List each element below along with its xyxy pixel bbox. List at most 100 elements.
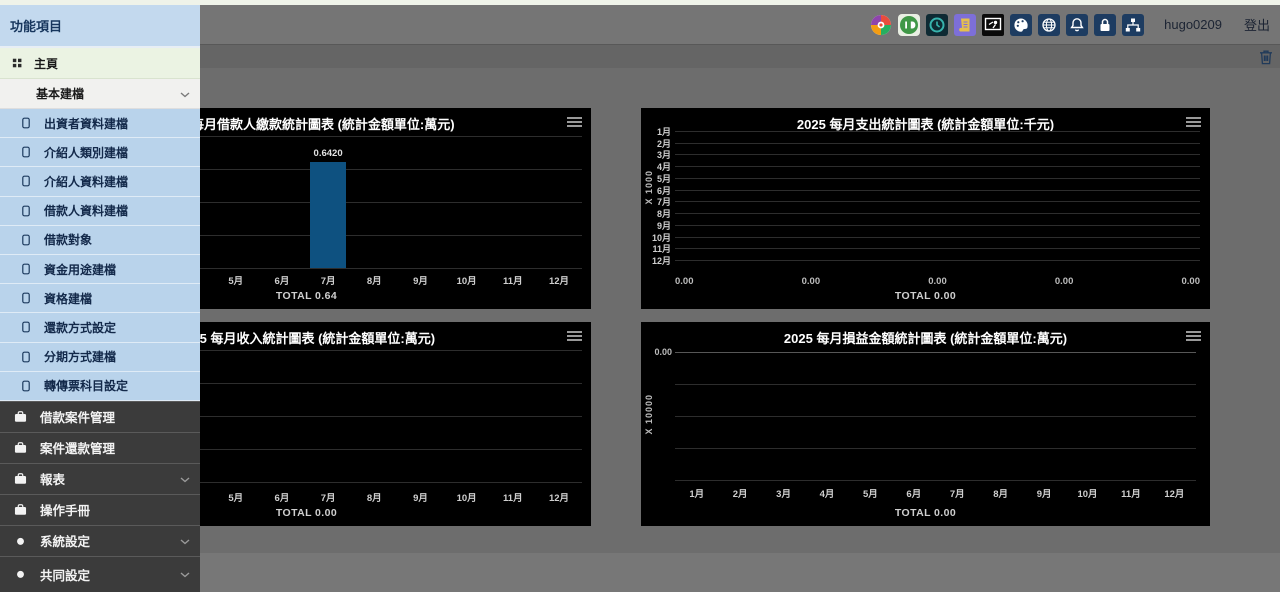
- axis-tick-label: 0.00: [1055, 276, 1074, 287]
- gridline: [675, 248, 1200, 249]
- month-label: 11月: [490, 273, 536, 287]
- month-label: 8月: [351, 490, 397, 504]
- month-label: 7月: [936, 486, 979, 500]
- mobile-icon: [22, 175, 30, 187]
- palette-icon[interactable]: [1010, 14, 1032, 36]
- chart-title: 2025 每月損益金額統計圖表 (統計金額單位:萬元): [641, 328, 1210, 347]
- sidebar-submenu-item[interactable]: 資格建檔: [0, 284, 200, 313]
- mobile-icon: [22, 205, 30, 217]
- sidebar-item-label: 基本建檔: [36, 85, 84, 102]
- sidebar-submenu-item[interactable]: 轉傳票科目設定: [0, 372, 200, 401]
- x-axis-ticks: 0.00 0.00 0.00 0.00 0.00: [675, 276, 1200, 287]
- gridline: [675, 225, 1200, 226]
- month-label: 9月: [397, 490, 443, 504]
- mobile-icon: [22, 234, 30, 246]
- sitemap-icon[interactable]: [1122, 14, 1144, 36]
- sidebar-submenu-item[interactable]: 介紹人資料建檔: [0, 167, 200, 196]
- sidebar-item-settings[interactable]: 系統設定: [0, 525, 200, 556]
- chevron-down-icon: [180, 472, 190, 486]
- month-label: 9月: [1022, 486, 1065, 500]
- sidebar-item-home[interactable]: 主頁: [0, 48, 200, 79]
- briefcase-icon: [13, 472, 28, 486]
- sidebar-title: 功能項目: [0, 5, 200, 48]
- sidebar-submenu-item[interactable]: 借款對象: [0, 226, 200, 255]
- sidebar-item-module[interactable]: 案件還款管理: [0, 432, 200, 463]
- axis-tick-label: 0.00: [802, 276, 821, 287]
- axis-tick-label: 0.00: [928, 276, 947, 287]
- sidebar-item-label: 資金用途建檔: [44, 261, 116, 278]
- month-label: 1月: [675, 486, 718, 500]
- month-label: 6月: [259, 490, 305, 504]
- sidebar-item-module[interactable]: 操作手冊: [0, 494, 200, 525]
- mobile-icon: [22, 146, 30, 158]
- chart-menu-icon[interactable]: [1186, 331, 1201, 333]
- sidebar-item-label: 案件還款管理: [40, 438, 115, 457]
- month-label: 11月: [1109, 486, 1152, 500]
- axis-tick-label: 0.00: [1182, 276, 1201, 287]
- axis-tick-label: 0.00: [647, 347, 672, 357]
- zero-line: 0.00: [675, 352, 1196, 353]
- sidebar-item-label: 系統設定: [40, 531, 90, 550]
- axis-tick-label: 0.00: [675, 276, 694, 287]
- gridline: [675, 154, 1200, 155]
- chart-plot: 1月2月3月4月5月6月7月8月9月10月11月12月: [675, 131, 1200, 260]
- app-logo-colorful[interactable]: [870, 14, 892, 36]
- gridline: [675, 237, 1200, 238]
- trash-icon[interactable]: [1259, 49, 1273, 65]
- sidebar-item-label: 借款人資料建檔: [44, 202, 128, 219]
- app-logo-green[interactable]: [898, 14, 920, 36]
- month-label: 3月: [762, 486, 805, 500]
- gridline: [675, 448, 1196, 449]
- scroll-icon[interactable]: [954, 14, 976, 36]
- logout-button[interactable]: 登出: [1244, 15, 1270, 34]
- chevron-down-icon: [180, 534, 190, 548]
- sidebar-item-basic-files[interactable]: 基本建檔: [0, 79, 200, 109]
- y-axis-unit-label: X 10000: [644, 394, 654, 435]
- month-label: 8月: [351, 273, 397, 287]
- sidebar-submenu-item[interactable]: 借款人資料建檔: [0, 197, 200, 226]
- mobile-icon: [22, 117, 30, 129]
- month-label: 12月: [536, 490, 582, 504]
- sidebar-item-label: 還款方式設定: [44, 319, 116, 336]
- month-label: 5月: [849, 486, 892, 500]
- presentation-icon[interactable]: [982, 14, 1004, 36]
- gridline: [675, 480, 1196, 481]
- chart-menu-icon[interactable]: [1186, 117, 1201, 119]
- month-label: 7月: [305, 273, 351, 287]
- navbar-icon-group: [870, 14, 1144, 36]
- month-label: 11月: [490, 490, 536, 504]
- username-label: hugo0209: [1164, 17, 1222, 32]
- sidebar: 功能項目 主頁 基本建檔 出資者資料建檔介紹人類別建檔介紹人資料建檔借款人資料建…: [0, 0, 200, 592]
- gridline: [675, 166, 1200, 167]
- sidebar-item-label: 出資者資料建檔: [44, 115, 128, 132]
- mobile-icon: [22, 321, 30, 333]
- gridline: [675, 416, 1196, 417]
- month-label: 6月: [892, 486, 935, 500]
- lock-icon[interactable]: [1094, 14, 1116, 36]
- sidebar-submenu-item[interactable]: 分期方式建檔: [0, 343, 200, 372]
- chart-total-label: TOTAL 0.00: [641, 507, 1210, 519]
- chart-menu-icon[interactable]: [567, 331, 582, 333]
- bar-value-label: 0.6420: [296, 148, 360, 159]
- sidebar-item-settings[interactable]: 共同設定: [0, 556, 200, 592]
- sidebar-item-label: 分期方式建檔: [44, 348, 116, 365]
- briefcase-icon: [13, 410, 28, 424]
- globe-icon[interactable]: [1038, 14, 1060, 36]
- sidebar-submenu-item[interactable]: 介紹人類別建檔: [0, 138, 200, 167]
- clock-icon[interactable]: [926, 14, 948, 36]
- month-label: 12月: [643, 254, 671, 267]
- sidebar-item-module[interactable]: 報表: [0, 463, 200, 494]
- sidebar-item-module[interactable]: 借款案件管理: [0, 401, 200, 432]
- mobile-icon: [22, 263, 30, 275]
- sidebar-submenu-item[interactable]: 還款方式設定: [0, 313, 200, 342]
- month-label: 12月: [536, 273, 582, 287]
- chart-menu-icon[interactable]: [567, 117, 582, 119]
- bell-icon[interactable]: [1066, 14, 1088, 36]
- sidebar-item-label: 報表: [40, 469, 65, 488]
- sidebar-submenu-item[interactable]: 出資者資料建檔: [0, 109, 200, 138]
- month-label: 9月: [397, 273, 443, 287]
- chart-profit-loss: 2025 每月損益金額統計圖表 (統計金額單位:萬元) TOTAL 0.00 0.0…: [641, 322, 1210, 526]
- bar: [310, 162, 346, 268]
- sidebar-submenu-item[interactable]: 資金用途建檔: [0, 255, 200, 284]
- briefcase-icon: [13, 441, 28, 455]
